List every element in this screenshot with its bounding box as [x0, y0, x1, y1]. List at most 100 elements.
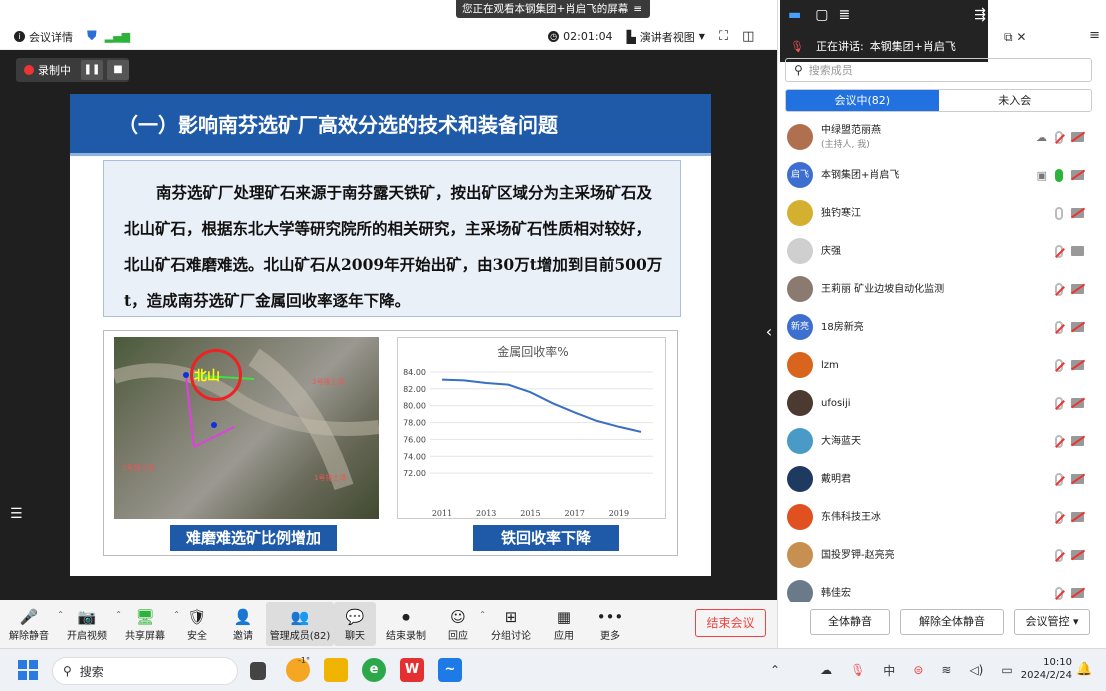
battery-icon[interactable]: ▭: [1001, 663, 1012, 677]
mic-icon[interactable]: [1055, 282, 1063, 296]
member-name-block: 18房新亮: [821, 321, 864, 334]
browser-icon[interactable]: e: [362, 658, 386, 682]
camera-icon[interactable]: [1071, 360, 1084, 370]
camera-icon[interactable]: [1071, 322, 1084, 332]
camera-icon[interactable]: [1071, 208, 1084, 218]
toolbar-button[interactable]: 💬 聊天: [334, 602, 376, 646]
unmute-all-button[interactable]: 解除全体静音: [900, 609, 1004, 635]
member-row[interactable]: 东伟科技王冰: [782, 498, 1092, 536]
wifi-icon[interactable]: ≋: [941, 663, 951, 677]
toolbar-button[interactable]: 📷 开启视频 ⌃: [58, 602, 122, 646]
mic-icon[interactable]: [1055, 168, 1063, 182]
ime-icon[interactable]: 中: [883, 662, 895, 679]
notification-bell-icon[interactable]: 🔔: [1076, 662, 1092, 677]
toolbar-button[interactable]: 🛡 安全: [174, 602, 220, 646]
member-row[interactable]: 王莉丽 矿业边坡自动化监测: [782, 270, 1092, 308]
list-overlay-icon[interactable]: ≣: [838, 7, 850, 23]
toolbar-button[interactable]: 👥 管理成员(82): [266, 602, 334, 646]
window-overlay-icon[interactable]: ▢: [815, 7, 828, 23]
toolbar-button[interactable]: ⊞ 分组讨论: [480, 602, 542, 646]
member-row[interactable]: 庆强: [782, 232, 1092, 270]
fullscreen-icon[interactable]: ⛶: [719, 29, 728, 44]
meeting-info-button[interactable]: i 会议详情: [14, 29, 73, 45]
mic-icon[interactable]: [1055, 586, 1063, 600]
camera-icon[interactable]: [1071, 170, 1084, 180]
camera-icon[interactable]: [1071, 398, 1084, 408]
mic-icon[interactable]: [1055, 472, 1063, 486]
mic-icon[interactable]: [1055, 244, 1063, 258]
mic-icon[interactable]: [1055, 130, 1063, 144]
mic-tray-icon[interactable]: 🎙: [850, 663, 865, 677]
mic-icon[interactable]: [1055, 320, 1063, 334]
end-meeting-button[interactable]: 结束会议: [695, 609, 766, 637]
mic-icon[interactable]: [1055, 510, 1063, 524]
taskbar-search-box[interactable]: ⚲ 搜索: [52, 657, 238, 685]
member-tabs: 会议中(82) 未入会: [785, 89, 1092, 112]
cloud-icon[interactable]: ☁: [820, 663, 832, 677]
camera-icon[interactable]: [1071, 436, 1084, 446]
member-row[interactable]: 韩佳宏: [782, 574, 1092, 602]
toolbar-button[interactable]: 👤 邀请: [220, 602, 266, 646]
camera-icon[interactable]: [1071, 132, 1084, 142]
mic-icon[interactable]: [1055, 548, 1063, 562]
toolbar-label: 分组讨论: [491, 630, 531, 642]
expand-overlay-icon[interactable]: ⇶: [974, 7, 986, 23]
camera-icon[interactable]: [1071, 284, 1084, 294]
member-row[interactable]: 启飞 本钢集团+肖启飞 ▣: [782, 156, 1092, 194]
app-tray-icon[interactable]: ⊜: [913, 663, 923, 677]
tencent-meeting-icon[interactable]: ~: [438, 658, 462, 682]
mic-icon[interactable]: [1055, 396, 1063, 410]
popout-icon[interactable]: ⧉ ✕: [1004, 30, 1026, 45]
mic-icon[interactable]: [1055, 434, 1063, 448]
minimize-overlay-icon[interactable]: ▬: [788, 7, 801, 23]
camera-icon[interactable]: [1071, 474, 1084, 484]
member-row[interactable]: 戴明君: [782, 460, 1092, 498]
toolbar-button[interactable]: ⏺ 结束录制: [376, 602, 436, 646]
member-row[interactable]: 新亮 18房新亮: [782, 308, 1092, 346]
mute-all-button[interactable]: 全体静音: [810, 609, 890, 635]
panel-menu-icon[interactable]: ≡: [1089, 28, 1100, 43]
member-row[interactable]: 中绿盟范丽燕 (主持人, 我) ☁: [782, 118, 1092, 156]
list-menu-icon[interactable]: ☰: [10, 506, 23, 522]
member-name-block: lzm: [821, 359, 839, 372]
member-row[interactable]: 独钓寒江: [782, 194, 1092, 232]
stop-recording-button[interactable]: ■: [107, 60, 129, 80]
toolbar-button[interactable]: ☺ 回应 ⌃: [436, 602, 486, 646]
toolbar-icon: ▦: [556, 607, 572, 626]
tab-not-joined[interactable]: 未入会: [939, 90, 1092, 111]
file-explorer-icon[interactable]: [324, 658, 348, 682]
menu-icon[interactable]: ≡: [633, 3, 642, 15]
camera-icon[interactable]: [1071, 246, 1084, 256]
pause-recording-button[interactable]: ❚❚: [81, 60, 103, 80]
view-mode-dropdown[interactable]: ▙ 演讲者视图 ▼: [627, 29, 705, 45]
toolbar-button[interactable]: 🎤 解除静音 ⌃: [0, 602, 64, 646]
member-name-block: 中绿盟范丽燕 (主持人, 我): [821, 124, 881, 150]
member-row[interactable]: 大海蓝天: [782, 422, 1092, 460]
mic-icon[interactable]: [1055, 206, 1063, 220]
camera-icon[interactable]: [1071, 588, 1084, 598]
member-row[interactable]: 国投罗钾-赵亮亮: [782, 536, 1092, 574]
tray-overflow-chevron-icon[interactable]: ⌃: [770, 663, 780, 677]
camera-icon[interactable]: [1071, 512, 1084, 522]
toolbar-label: 安全: [187, 630, 207, 642]
toolbar-button[interactable]: 🖥 共享屏幕 ⌃: [116, 602, 180, 646]
toolbar-button[interactable]: ▦ 应用: [542, 602, 586, 646]
x-tick-label: 2013: [476, 509, 496, 518]
member-search-input[interactable]: ⚲ 搜索成员: [785, 58, 1092, 82]
tab-in-meeting[interactable]: 会议中(82): [786, 90, 939, 111]
member-row[interactable]: lzm: [782, 346, 1092, 384]
meeting-control-dropdown[interactable]: 会议管控 ▾: [1014, 609, 1090, 635]
wps-office-icon[interactable]: W: [400, 658, 424, 682]
toolbar-button[interactable]: ••• 更多: [586, 602, 634, 646]
taskbar-clock[interactable]: 10:10 2024/2/24: [1018, 656, 1072, 682]
security-shield-icon[interactable]: ⛊: [87, 29, 97, 44]
volume-icon[interactable]: ◁): [969, 663, 983, 677]
mic-icon[interactable]: [1055, 358, 1063, 372]
camera-icon[interactable]: [1071, 550, 1084, 560]
sidebar-toggle-icon[interactable]: ◫: [742, 29, 754, 44]
collapse-panel-chevron-icon[interactable]: ‹: [761, 322, 777, 346]
member-row[interactable]: ufosiji: [782, 384, 1092, 422]
member-status-icons: [1055, 472, 1084, 486]
windows-start-icon[interactable]: [18, 660, 38, 680]
task-view-icon[interactable]: [250, 662, 266, 680]
